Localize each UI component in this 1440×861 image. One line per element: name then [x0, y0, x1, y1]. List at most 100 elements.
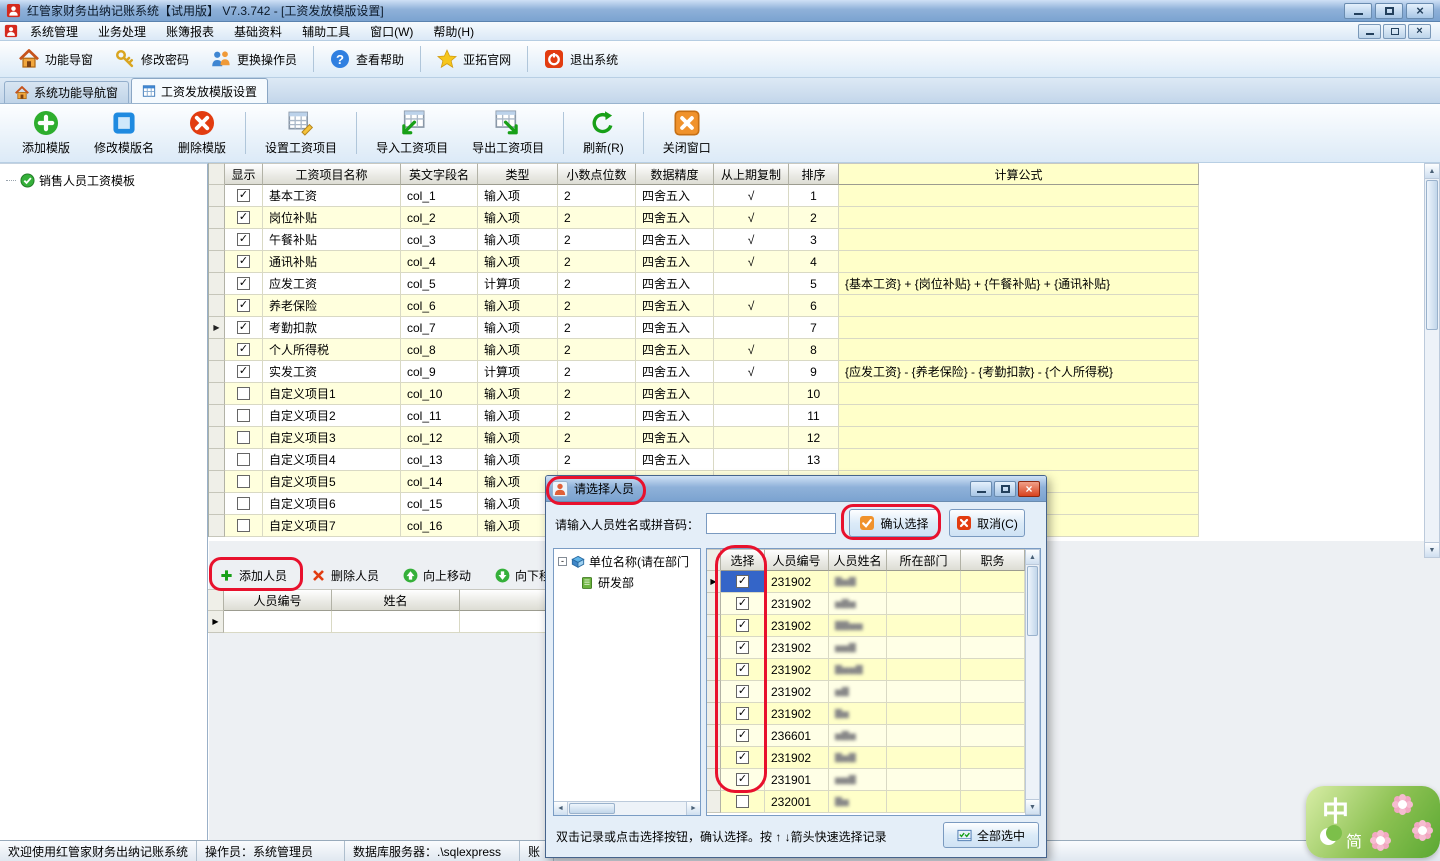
dialog-col-header[interactable]: 职务	[961, 549, 1025, 571]
add-template-button[interactable]: 添加模版	[10, 106, 82, 160]
show-checkbox[interactable]: ✓	[237, 233, 250, 246]
dialog-minimize-button[interactable]	[970, 481, 992, 497]
mdi-minimize-button[interactable]	[1358, 24, 1381, 39]
person-select-checkbox[interactable]: ✓	[736, 729, 749, 742]
person-select-checkbox[interactable]: ✓	[736, 685, 749, 698]
salary-row[interactable]: ✓养老保险col_6输入项2四舍五入√6	[209, 295, 1199, 317]
show-checkbox[interactable]	[237, 431, 250, 444]
salary-row[interactable]: ✓通讯补贴col_4输入项2四舍五入√4	[209, 251, 1199, 273]
show-checkbox[interactable]: ✓	[237, 299, 250, 312]
change-password-button[interactable]: 修改密码	[104, 44, 200, 74]
salary-col-header[interactable]: 显示	[225, 163, 263, 185]
dialog-person-row[interactable]: ▶✓231902▇▅▇	[707, 571, 1040, 593]
salary-row[interactable]: ✓基本工资col_1输入项2四舍五入√1	[209, 185, 1199, 207]
person-select-checkbox[interactable]: ✓	[736, 751, 749, 764]
show-checkbox[interactable]: ✓	[237, 321, 250, 334]
person-select-checkbox[interactable]: ✓	[736, 663, 749, 676]
show-checkbox[interactable]: ✓	[237, 343, 250, 356]
vertical-scrollbar[interactable]: ▲ ▼	[1424, 163, 1440, 558]
salary-col-header[interactable]: 排序	[789, 163, 839, 185]
dialog-col-header[interactable]: 人员编号	[765, 549, 829, 571]
salary-col-header[interactable]: 英文字段名	[401, 163, 478, 185]
salary-col-header[interactable]: 计算公式	[839, 163, 1199, 185]
tab-salary-template-settings[interactable]: 工资发放模版设置	[131, 78, 268, 103]
import-salary-items-button[interactable]: 导入工资项目	[364, 106, 460, 160]
nav-window-button[interactable]: 功能导窗	[8, 44, 104, 74]
show-checkbox[interactable]	[237, 519, 250, 532]
salary-row[interactable]: ▶✓考勤扣款col_7输入项2四舍五入7	[209, 317, 1199, 339]
unit-tree-item-dept[interactable]: 研发部	[554, 572, 700, 593]
tab-system-nav[interactable]: 系统功能导航窗	[4, 81, 129, 103]
show-checkbox[interactable]	[237, 453, 250, 466]
show-checkbox[interactable]: ✓	[237, 255, 250, 268]
dialog-person-row[interactable]: ✓231902▅▅▇	[707, 637, 1040, 659]
view-help-button[interactable]: ?查看帮助	[319, 44, 415, 74]
dialog-person-row[interactable]: ✓231902▇▅▇	[707, 747, 1040, 769]
salary-col-header[interactable]: 数据精度	[636, 163, 714, 185]
person-select-checkbox[interactable]: ✓	[736, 773, 749, 786]
show-checkbox[interactable]	[237, 475, 250, 488]
scroll-thumb[interactable]	[1426, 180, 1438, 330]
mdi-close-button[interactable]: ×	[1408, 24, 1431, 39]
confirm-select-button[interactable]: 确认选择	[849, 509, 939, 537]
exit-system-button[interactable]: 退出系统	[533, 44, 629, 74]
show-checkbox[interactable]	[237, 387, 250, 400]
dialog-person-row[interactable]: ✓236601▅▇▅	[707, 725, 1040, 747]
person-select-checkbox[interactable]: ✓	[736, 597, 749, 610]
delete-person-button[interactable]: 删除人员	[306, 564, 384, 587]
unit-tree-root[interactable]: - 单位名称(请在部门	[554, 549, 700, 572]
dialog-col-header[interactable]: 人员姓名	[829, 549, 887, 571]
scroll-up-arrow[interactable]: ▲	[1425, 164, 1439, 179]
show-checkbox[interactable]: ✓	[237, 277, 250, 290]
menu-item-3[interactable]: 账簿报表	[156, 21, 224, 42]
show-checkbox[interactable]	[237, 409, 250, 422]
dialog-person-row[interactable]: ✓231902▇▅▅▇	[707, 659, 1040, 681]
scroll-up-arrow[interactable]: ▲	[1026, 550, 1039, 565]
show-checkbox[interactable]: ✓	[237, 365, 250, 378]
salary-row[interactable]: ✓岗位补贴col_2输入项2四舍五入√2	[209, 207, 1199, 229]
menu-item-4[interactable]: 基础资料	[224, 21, 292, 42]
scroll-thumb[interactable]	[569, 803, 615, 814]
menu-item-1[interactable]: 系统管理	[20, 21, 88, 42]
scroll-down-arrow[interactable]: ▼	[1425, 542, 1439, 557]
maximize-button[interactable]	[1375, 3, 1403, 19]
refresh-button[interactable]: 刷新(R)	[571, 106, 636, 160]
salary-col-header[interactable]: 类型	[478, 163, 558, 185]
ime-indicator[interactable]: 中 简	[1306, 786, 1440, 858]
person-col-header[interactable]: 姓名	[332, 589, 460, 611]
scroll-left-arrow[interactable]: ◄	[554, 802, 568, 815]
export-salary-items-button[interactable]: 导出工资项目	[460, 106, 556, 160]
salary-col-header[interactable]: 工资项目名称	[263, 163, 401, 185]
minimize-button[interactable]	[1344, 3, 1372, 19]
dialog-person-row[interactable]: ✓231902▅▇▅	[707, 593, 1040, 615]
dialog-person-row[interactable]: 232001▇▅	[707, 791, 1040, 813]
dialog-maximize-button[interactable]	[994, 481, 1016, 497]
close-window-button[interactable]: 关闭窗口	[651, 106, 723, 160]
add-person-button[interactable]: 添加人员	[214, 564, 292, 587]
person-select-checkbox[interactable]: ✓	[736, 641, 749, 654]
close-button[interactable]: ×	[1406, 3, 1434, 19]
delete-template-button[interactable]: 删除模版	[166, 106, 238, 160]
person-select-checkbox[interactable]: ✓	[736, 575, 749, 588]
dialog-close-button[interactable]: ×	[1018, 481, 1040, 497]
salary-row[interactable]: ✓应发工资col_5计算项2四舍五入5{基本工资} + {岗位补贴} + {午餐…	[209, 273, 1199, 295]
template-tree-item[interactable]: 销售人员工资模板	[4, 170, 203, 191]
salary-col-header[interactable]: 小数点位数	[558, 163, 636, 185]
collapse-icon[interactable]: -	[558, 557, 567, 566]
menu-item-2[interactable]: 业务处理	[88, 21, 156, 42]
salary-row[interactable]: 自定义项目3col_12输入项2四舍五入12	[209, 427, 1199, 449]
mdi-restore-button[interactable]	[1383, 24, 1406, 39]
show-checkbox[interactable]: ✓	[237, 189, 250, 202]
person-select-checkbox[interactable]: ✓	[736, 707, 749, 720]
salary-row[interactable]: ✓个人所得税col_8输入项2四舍五入√8	[209, 339, 1199, 361]
menu-item-6[interactable]: 窗口(W)	[360, 21, 423, 42]
salary-row[interactable]: ✓午餐补贴col_3输入项2四舍五入√3	[209, 229, 1199, 251]
person-select-checkbox[interactable]: ✓	[736, 619, 749, 632]
scroll-thumb[interactable]	[1027, 566, 1038, 636]
dialog-person-row[interactable]: ✓231902▅▇	[707, 681, 1040, 703]
show-checkbox[interactable]	[237, 497, 250, 510]
salary-row[interactable]: 自定义项目2col_11输入项2四舍五入11	[209, 405, 1199, 427]
menu-item-7[interactable]: 帮助(H)	[423, 21, 484, 42]
scroll-down-arrow[interactable]: ▼	[1026, 799, 1039, 814]
cancel-button[interactable]: 取消(C)	[949, 509, 1025, 537]
